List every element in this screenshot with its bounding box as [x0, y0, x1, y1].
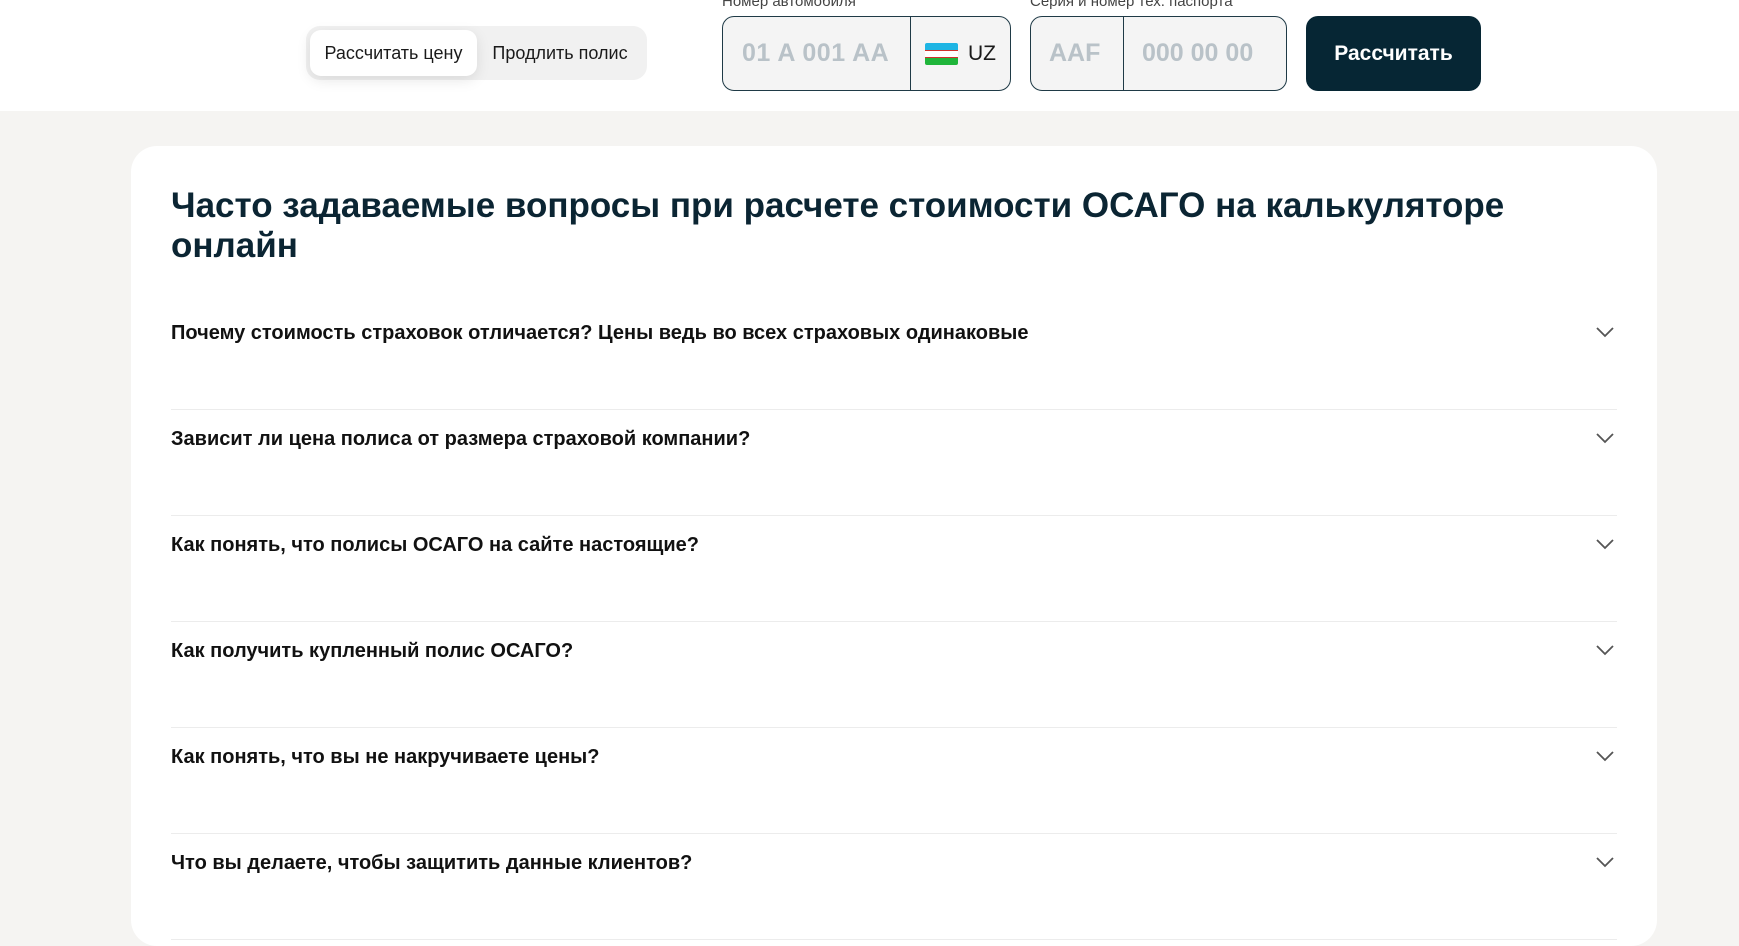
passport-number-field[interactable]: 000 00 00: [1124, 17, 1286, 90]
chevron-down-icon[interactable]: [1593, 426, 1617, 450]
faq-title: Часто задаваемые вопросы при расчете сто…: [171, 186, 1505, 265]
faq-item[interactable]: Почему стоимость страховок отличается? Ц…: [171, 304, 1617, 410]
top-bar: Рассчитать цену Продлить полис 01 A 001 …: [0, 0, 1739, 111]
chevron-down-icon[interactable]: [1593, 638, 1617, 662]
faq-question: Как понять, что вы не накручиваете цены?: [171, 746, 600, 768]
chevron-down-icon[interactable]: [1593, 850, 1617, 874]
country-code: UZ: [968, 41, 996, 65]
plate-number-field[interactable]: 01 A 001 AA: [723, 17, 911, 90]
faq-card: Часто задаваемые вопросы при расчете сто…: [131, 146, 1657, 946]
chevron-down-icon[interactable]: [1593, 532, 1617, 556]
faq-item[interactable]: Как понять, что полисы ОСАГО на сайте на…: [171, 516, 1617, 622]
faq-question: Зависит ли цена полиса от размера страхо…: [171, 428, 751, 450]
tab-renew-policy[interactable]: Продлить полис: [477, 30, 643, 76]
faq-question: Почему стоимость страховок отличается? Ц…: [171, 322, 1029, 344]
faq-item[interactable]: Как получить купленный полис ОСАГО?: [171, 622, 1617, 728]
faq-item[interactable]: Что вы делаете, чтобы защитить данные кл…: [171, 834, 1617, 940]
faq-question: Как понять, что полисы ОСАГО на сайте на…: [171, 534, 700, 556]
uzbekistan-flag-icon: [925, 42, 958, 65]
tech-passport-input[interactable]: AAF 000 00 00: [1030, 16, 1287, 91]
faq-item[interactable]: Как понять, что вы не накручиваете цены?: [171, 728, 1617, 834]
car-plate-input[interactable]: 01 A 001 AA UZ: [722, 16, 1011, 91]
faq-item[interactable]: Зависит ли цена полиса от размера страхо…: [171, 410, 1617, 516]
chevron-down-icon[interactable]: [1593, 320, 1617, 344]
tab-calculate-price[interactable]: Рассчитать цену: [310, 30, 477, 76]
passport-series-field[interactable]: AAF: [1031, 17, 1124, 90]
chevron-down-icon[interactable]: [1593, 744, 1617, 768]
plate-field-label: Номер автомобиля: [722, 0, 856, 10]
calculate-button[interactable]: Рассчитать: [1306, 16, 1481, 91]
faq-question: Что вы делаете, чтобы защитить данные кл…: [171, 852, 693, 874]
mode-switch: Рассчитать цену Продлить полис: [306, 26, 647, 80]
faq-question: Как получить купленный полис ОСАГО?: [171, 640, 574, 662]
passport-field-label: Серия и номер тех. паспорта: [1030, 0, 1233, 10]
plate-country-selector[interactable]: UZ: [911, 17, 1010, 90]
